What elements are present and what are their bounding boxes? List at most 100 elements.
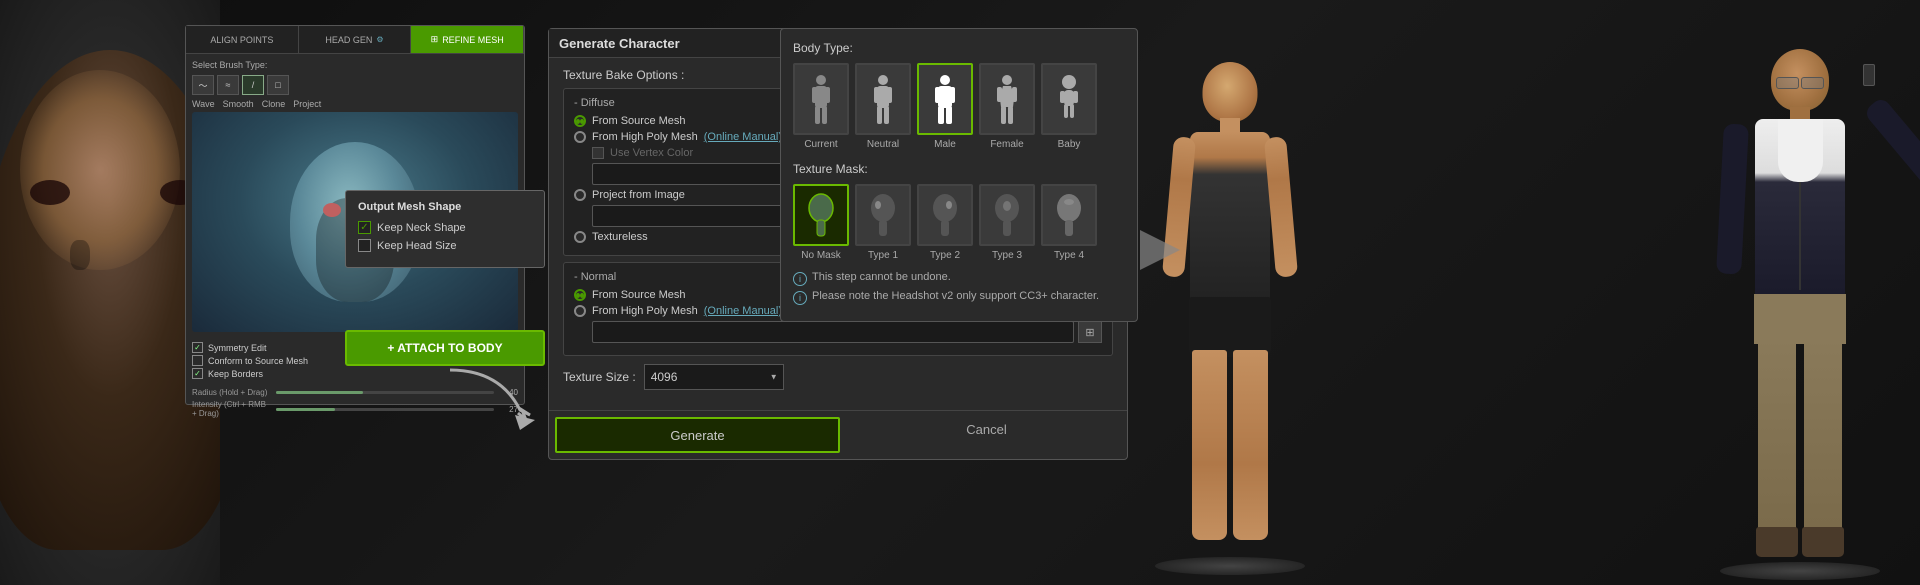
eye-left <box>323 203 341 217</box>
clothed-left-leg <box>1758 337 1796 537</box>
mask-type1[interactable]: Type 1 <box>855 184 911 261</box>
normal-source-mesh-label: From Source Mesh <box>592 289 686 301</box>
glasses <box>1776 77 1824 89</box>
body-type-panel: Body Type: Current <box>780 28 1138 322</box>
clothed-head <box>1771 49 1829 111</box>
info-message-2: i Please note the Headshot v2 only suppo… <box>793 290 1125 305</box>
use-vertex-color-checkbox[interactable] <box>592 147 604 159</box>
brush-icon-clone[interactable]: / <box>242 75 264 95</box>
keep-borders-label: Keep Borders <box>208 369 263 379</box>
mask-type1-label: Type 1 <box>868 250 898 261</box>
clothed-left-arm <box>1716 123 1749 274</box>
clothed-platform <box>1720 562 1880 580</box>
male-body-3d <box>1160 62 1300 552</box>
mask-type2-img <box>917 184 973 246</box>
body-type-baby[interactable]: Baby <box>1041 63 1097 150</box>
mask-types-row: No Mask Type 1 Type 2 <box>793 184 1125 261</box>
tab-head-gen[interactable]: HEAD GEN ⚙ <box>299 26 412 53</box>
mask-type3-img <box>979 184 1035 246</box>
tab-align-points[interactable]: ALIGN POINTS <box>186 26 299 53</box>
brush-icon-project[interactable]: □ <box>267 75 289 95</box>
radio-from-high-poly-normal[interactable] <box>574 305 586 317</box>
keep-neck-shape-label: Keep Neck Shape <box>377 222 466 234</box>
body-types-row: Current Neutral <box>793 63 1125 150</box>
body-type-neutral[interactable]: Neutral <box>855 63 911 150</box>
male-platform <box>1155 557 1305 575</box>
body-type-female[interactable]: Female <box>979 63 1035 150</box>
male-character-preview <box>1140 20 1320 575</box>
normal-high-poly-label: From High Poly Mesh <box>592 305 698 317</box>
body-type-baby-img <box>1041 63 1097 135</box>
info-msg-2-text: Please note the Headshot v2 only support… <box>812 290 1099 302</box>
clothed-body-3d <box>1715 49 1885 559</box>
mask-type3[interactable]: Type 3 <box>979 184 1035 261</box>
mask-no-mask[interactable]: No Mask <box>793 184 849 261</box>
body-type-section-label: Body Type: <box>793 41 1125 55</box>
intensity-slider-label: Intensity (Ctrl + RMB + Drag) <box>192 400 272 418</box>
body-type-neutral-img <box>855 63 911 135</box>
popup-title: Output Mesh Shape <box>358 201 532 213</box>
keep-head-size-checkbox[interactable] <box>358 239 371 252</box>
mask-type2-label: Type 2 <box>930 250 960 261</box>
conform-source-checkbox[interactable] <box>192 355 203 366</box>
body-type-male-img <box>917 63 973 135</box>
diffuse-source-mesh-label: From Source Mesh <box>592 115 686 127</box>
mask-type1-img <box>855 184 911 246</box>
output-mesh-shape-popup: Output Mesh Shape ✓ Keep Neck Shape Keep… <box>345 190 545 268</box>
body-type-male[interactable]: Male <box>917 63 973 150</box>
info-msg-1-text: This step cannot be undone. <box>812 271 951 283</box>
normal-file-input[interactable] <box>592 321 1074 343</box>
radio-from-source-mesh-normal[interactable] <box>574 289 586 301</box>
symmetry-edit-label: Symmetry Edit <box>208 343 267 353</box>
dialog-title: Generate Character <box>559 36 680 51</box>
project-from-image-label: Project from Image <box>592 189 685 201</box>
symmetry-edit-checkbox[interactable]: ✓ <box>192 342 203 353</box>
brush-icon-wave[interactable]: 〜 <box>192 75 214 95</box>
attach-to-body-label: + ATTACH TO BODY <box>387 341 502 355</box>
radio-project-from-image[interactable] <box>574 189 586 201</box>
radius-slider-label: Radius (Hold + Drag) <box>192 388 272 397</box>
mask-no-mask-label: No Mask <box>801 250 840 261</box>
radio-textureless[interactable] <box>574 231 586 243</box>
mask-type4-label: Type 4 <box>1054 250 1084 261</box>
mask-no-mask-img <box>793 184 849 246</box>
body-type-current-label: Current <box>804 139 837 150</box>
keep-neck-shape-checkbox[interactable]: ✓ <box>358 221 371 234</box>
body-type-female-img <box>979 63 1035 135</box>
right-boot <box>1802 527 1844 557</box>
diffuse-online-manual-link[interactable]: (Online Manual) <box>704 131 782 143</box>
body-type-current-img <box>793 63 849 135</box>
male-right-leg <box>1233 350 1268 540</box>
mask-type3-label: Type 3 <box>992 250 1022 261</box>
info-icon-2: i <box>793 291 807 305</box>
texture-size-select[interactable]: 512 1024 2048 4096 8192 <box>644 364 784 390</box>
normal-online-manual-link[interactable]: (Online Manual) <box>704 305 782 317</box>
generate-button[interactable]: Generate <box>555 417 840 453</box>
conform-source-label: Conform to Source Mesh <box>208 356 308 366</box>
male-torso <box>1190 132 1270 302</box>
texture-mask-label: Texture Mask: <box>793 162 1125 176</box>
radio-from-source-mesh-diffuse[interactable] <box>574 115 586 127</box>
male-left-leg <box>1192 350 1227 540</box>
tab-refine-mesh[interactable]: ⊞ REFINE MESH <box>411 26 524 53</box>
body-type-male-label: Male <box>934 139 956 150</box>
right-arrow-indicator <box>1120 220 1200 285</box>
flow-arrow <box>440 360 560 440</box>
mask-type4[interactable]: Type 4 <box>1041 184 1097 261</box>
normal-file-browse-button[interactable]: ⊞ <box>1078 321 1102 343</box>
diffuse-high-poly-label: From High Poly Mesh <box>592 131 698 143</box>
left-boot <box>1756 527 1798 557</box>
body-type-neutral-label: Neutral <box>867 139 899 150</box>
body-type-current[interactable]: Current <box>793 63 849 150</box>
radio-from-high-poly-diffuse[interactable] <box>574 131 586 143</box>
clothed-torso <box>1755 119 1845 299</box>
brush-icon-smooth[interactable]: ≈ <box>217 75 239 95</box>
texture-size-label: Texture Size : <box>563 370 636 384</box>
dialog-footer: Generate Cancel <box>549 410 1127 459</box>
male-underwear <box>1189 297 1271 357</box>
keep-borders-checkbox[interactable]: ✓ <box>192 368 203 379</box>
cancel-button[interactable]: Cancel <box>846 411 1127 447</box>
body-type-baby-label: Baby <box>1058 139 1081 150</box>
info-icon-1: i <box>793 272 807 286</box>
mask-type2[interactable]: Type 2 <box>917 184 973 261</box>
